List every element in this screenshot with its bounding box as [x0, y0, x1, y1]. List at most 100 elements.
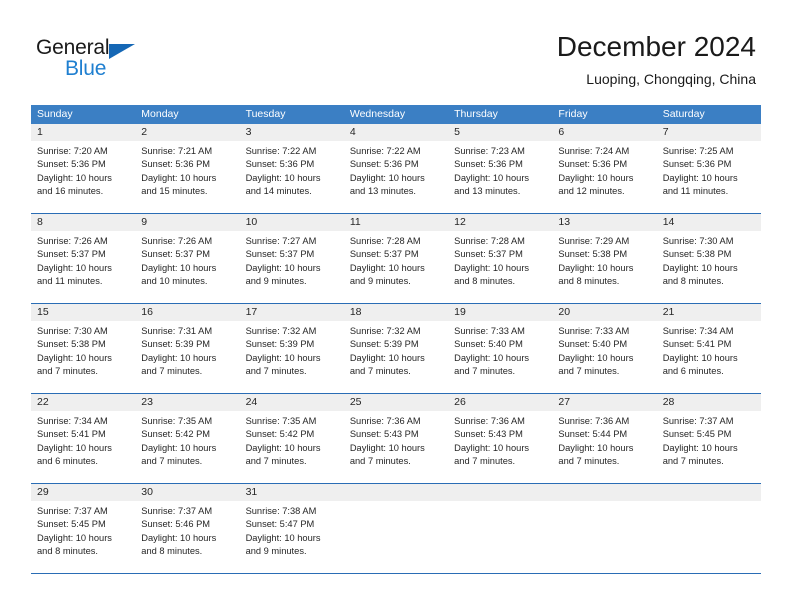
day-cell[interactable]: 2 Sunrise: 7:21 AM Sunset: 5:36 PM Daylight…	[135, 124, 240, 213]
day-details: Sunrise: 7:36 AM Sunset: 5:44 PM Daylight:…	[552, 411, 656, 469]
daylight-text-line1: Daylight: 10 hours	[349, 172, 425, 183]
day-number: 30	[135, 484, 240, 501]
day-details: Sunrise: 7:26 AM Sunset: 5:37 PM Daylight:…	[31, 231, 135, 289]
general-blue-logo[interactable]: General Blue	[36, 36, 266, 92]
day-cell[interactable]: 5 Sunrise: 7:23 AM Sunset: 5:36 PM Daylight…	[448, 124, 553, 213]
day-cell[interactable]: 7 Sunrise: 7:25 AM Sunset: 5:36 PM Daylight…	[656, 124, 761, 213]
day-cell-empty	[552, 484, 657, 573]
daylight-text-line1: Daylight: 10 hours	[141, 442, 217, 453]
day-number: 15	[31, 304, 136, 321]
day-cell[interactable]: 28 Sunrise: 7:37 AM Sunset: 5:45 PM Dayligh…	[656, 394, 761, 483]
daylight-text-line2: and 11 minutes.	[662, 186, 729, 197]
daylight-text-line1: Daylight: 10 hours	[558, 172, 634, 183]
sunset-text: Sunset: 5:46 PM	[141, 519, 211, 530]
sunset-text: Sunset: 5:39 PM	[349, 339, 419, 350]
day-cell[interactable]: 15 Sunrise: 7:30 AM Sunset: 5:38 PM Dayligh…	[31, 304, 136, 393]
day-cell[interactable]: 19 Sunrise: 7:33 AM Sunset: 5:40 PM Dayligh…	[448, 304, 553, 393]
day-details: Sunrise: 7:34 AM Sunset: 5:41 PM Daylight:…	[657, 321, 761, 379]
day-number: 25	[343, 394, 449, 411]
day-cell[interactable]: 9 Sunrise: 7:26 AM Sunset: 5:37 PM Daylight…	[135, 214, 240, 303]
day-details: Sunrise: 7:26 AM Sunset: 5:37 PM Daylight:…	[135, 231, 239, 289]
daylight-text-line1: Daylight: 10 hours	[558, 352, 634, 363]
sunrise-text: Sunrise: 7:28 AM	[349, 236, 421, 246]
sunset-text: Sunset: 5:37 PM	[349, 249, 419, 260]
weekday-header-row: Sunday Monday Tuesday Wednesday Thursday Frid…	[31, 105, 761, 124]
daylight-text-line1: Daylight: 10 hours	[662, 172, 738, 183]
daylight-text-line1: Daylight: 10 hours	[454, 262, 530, 273]
daylight-text-line1: Daylight: 10 hours	[141, 172, 217, 183]
calendar-page: General Blue December 2024 Luoping, Chon…	[0, 0, 792, 612]
title-block: December 2024 Luoping, Chongqing, China	[557, 30, 756, 88]
day-cell[interactable]: 12 Sunrise: 7:28 AM Sunset: 5:37 PM Dayligh…	[448, 214, 553, 303]
day-cell[interactable]: 8 Sunrise: 7:26 AM Sunset: 5:37 PM Daylight…	[31, 214, 136, 303]
sunrise-text: Sunrise: 7:34 AM	[662, 326, 734, 336]
day-cell[interactable]: 11 Sunrise: 7:28 AM Sunset: 5:37 PM Dayligh…	[343, 214, 449, 303]
day-number: 22	[31, 394, 136, 411]
daylight-text-line2: and 7 minutes.	[454, 366, 516, 377]
day-cell[interactable]: 18 Sunrise: 7:32 AM Sunset: 5:39 PM Dayligh…	[343, 304, 449, 393]
sunrise-text: Sunrise: 7:27 AM	[245, 236, 317, 246]
daylight-text-line2: and 6 minutes.	[37, 456, 98, 467]
day-cell[interactable]: 22 Sunrise: 7:34 AM Sunset: 5:41 PM Dayligh…	[31, 394, 136, 483]
day-number: 18	[343, 304, 449, 321]
day-cell[interactable]: 4 Sunrise: 7:22 AM Sunset: 5:36 PM Daylight…	[343, 124, 449, 213]
sunrise-text: Sunrise: 7:33 AM	[558, 326, 630, 336]
sunrise-text: Sunrise: 7:24 AM	[558, 146, 630, 156]
day-cell[interactable]: 10 Sunrise: 7:27 AM Sunset: 5:37 PM Dayligh…	[239, 214, 344, 303]
day-number: 3	[239, 124, 344, 141]
daylight-text-line2: and 7 minutes.	[349, 456, 411, 467]
day-cell[interactable]: 24 Sunrise: 7:35 AM Sunset: 5:42 PM Dayligh…	[239, 394, 344, 483]
daylight-text-line1: Daylight: 10 hours	[349, 442, 425, 453]
day-cell[interactable]: 17 Sunrise: 7:32 AM Sunset: 5:39 PM Dayligh…	[239, 304, 344, 393]
sunset-text: Sunset: 5:43 PM	[349, 429, 419, 440]
daylight-text-line2: and 8 minutes.	[37, 546, 98, 557]
weekday-header-sunday: Sunday	[37, 108, 73, 120]
day-number: 16	[135, 304, 240, 321]
sunrise-text: Sunrise: 7:23 AM	[454, 146, 525, 156]
day-details: Sunrise: 7:36 AM Sunset: 5:43 PM Daylight:…	[344, 411, 448, 469]
calendar-week-row: 29 Sunrise: 7:37 AM Sunset: 5:45 PM Dayligh…	[31, 484, 761, 574]
weekday-header-thursday: Thursday	[454, 108, 498, 120]
day-cell[interactable]: 13 Sunrise: 7:29 AM Sunset: 5:38 PM Dayligh…	[552, 214, 657, 303]
day-cell[interactable]: 23 Sunrise: 7:35 AM Sunset: 5:42 PM Dayligh…	[135, 394, 240, 483]
day-number: 12	[448, 214, 553, 231]
day-cell-empty	[448, 484, 553, 573]
sunset-text: Sunset: 5:37 PM	[37, 249, 106, 260]
day-details: Sunrise: 7:32 AM Sunset: 5:39 PM Daylight:…	[344, 321, 448, 379]
day-cell[interactable]: 3 Sunrise: 7:22 AM Sunset: 5:36 PM Daylight…	[239, 124, 344, 213]
day-details: Sunrise: 7:36 AM Sunset: 5:43 PM Daylight:…	[448, 411, 552, 469]
sunrise-text: Sunrise: 7:30 AM	[37, 326, 108, 336]
page-subtitle: Luoping, Chongqing, China	[586, 71, 756, 87]
day-cell[interactable]: 26 Sunrise: 7:36 AM Sunset: 5:43 PM Dayligh…	[448, 394, 553, 483]
daylight-text-line1: Daylight: 10 hours	[454, 352, 530, 363]
day-cell[interactable]: 25 Sunrise: 7:36 AM Sunset: 5:43 PM Dayligh…	[343, 394, 449, 483]
sunrise-text: Sunrise: 7:37 AM	[662, 416, 734, 426]
day-cell[interactable]: 31 Sunrise: 7:38 AM Sunset: 5:47 PM Dayligh…	[239, 484, 344, 573]
day-cell[interactable]: 16 Sunrise: 7:31 AM Sunset: 5:39 PM Dayligh…	[135, 304, 240, 393]
daylight-text-line1: Daylight: 10 hours	[662, 442, 738, 453]
day-cell[interactable]: 27 Sunrise: 7:36 AM Sunset: 5:44 PM Dayligh…	[552, 394, 657, 483]
sunset-text: Sunset: 5:37 PM	[454, 249, 523, 260]
day-number: 21	[656, 304, 761, 321]
sunset-text: Sunset: 5:40 PM	[454, 339, 523, 350]
day-cell[interactable]: 29 Sunrise: 7:37 AM Sunset: 5:45 PM Dayligh…	[31, 484, 136, 573]
sunrise-text: Sunrise: 7:35 AM	[141, 416, 213, 426]
day-cell[interactable]: 14 Sunrise: 7:30 AM Sunset: 5:38 PM Dayligh…	[656, 214, 761, 303]
daylight-text-line2: and 9 minutes.	[245, 546, 307, 557]
day-cell[interactable]: 20 Sunrise: 7:33 AM Sunset: 5:40 PM Dayligh…	[552, 304, 657, 393]
daylight-text-line1: Daylight: 10 hours	[245, 352, 321, 363]
day-number: 31	[239, 484, 344, 501]
day-details: Sunrise: 7:38 AM Sunset: 5:47 PM Daylight:…	[240, 501, 344, 559]
day-number: 1	[31, 124, 136, 141]
sunrise-text: Sunrise: 7:25 AM	[662, 146, 734, 156]
sunrise-text: Sunrise: 7:33 AM	[454, 326, 525, 336]
day-cell[interactable]: 21 Sunrise: 7:34 AM Sunset: 5:41 PM Dayligh…	[656, 304, 761, 393]
sunset-text: Sunset: 5:36 PM	[245, 159, 315, 170]
day-number: 28	[656, 394, 761, 411]
daylight-text-line2: and 10 minutes.	[141, 276, 208, 287]
day-cell[interactable]: 1 Sunrise: 7:20 AM Sunset: 5:36 PM Daylight…	[31, 124, 136, 213]
day-details: Sunrise: 7:33 AM Sunset: 5:40 PM Daylight:…	[448, 321, 552, 379]
day-details: Sunrise: 7:33 AM Sunset: 5:40 PM Daylight:…	[552, 321, 656, 379]
day-cell[interactable]: 30 Sunrise: 7:37 AM Sunset: 5:46 PM Dayligh…	[135, 484, 240, 573]
day-cell[interactable]: 6 Sunrise: 7:24 AM Sunset: 5:36 PM Daylight…	[552, 124, 657, 213]
